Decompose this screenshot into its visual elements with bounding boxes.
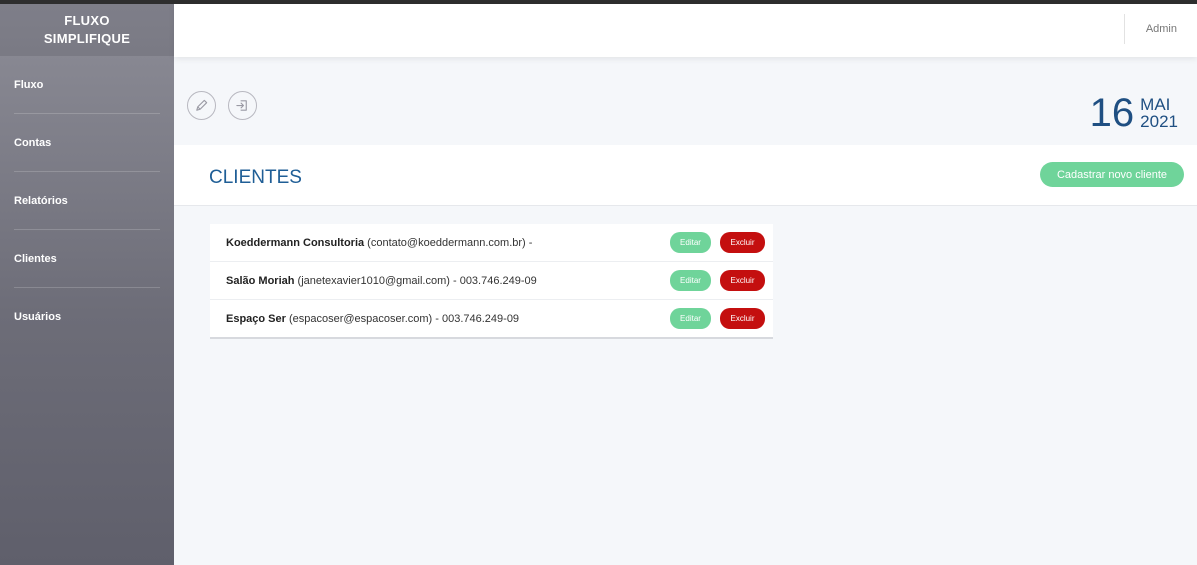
client-details: (espacoser@espacoser.com) - 003.746.249-… [285, 312, 520, 325]
sidebar-item-label: Relatórios [14, 194, 68, 207]
edit-client-button[interactable]: Editar [670, 232, 711, 253]
client-info: Koeddermann Consultoria (contato@koedder… [210, 237, 532, 249]
page-title: CLIENTES [209, 167, 302, 188]
brand-line-2: SIMPLIFIQUE [43, 31, 131, 46]
sidebar: FLUXO SIMPLIFIQUE Fluxo Contas Relatório… [0, 4, 174, 565]
current-date: 16 MAI 2021 [1090, 93, 1178, 133]
delete-client-button[interactable]: Excluir [720, 232, 765, 253]
client-details: (contato@koeddermann.com.br) - [364, 236, 533, 249]
edit-client-button[interactable]: Editar [670, 270, 711, 291]
toolbar: 16 MAI 2021 [174, 57, 1197, 145]
top-header: Admin [174, 4, 1197, 57]
sign-in-icon [236, 100, 247, 111]
delete-client-button[interactable]: Excluir [720, 270, 765, 291]
brand-line-1: FLUXO [64, 13, 110, 28]
sidebar-item-clientes[interactable]: Clientes [14, 230, 160, 288]
client-info: Espaço Ser (espacoser@espacoser.com) - 0… [210, 313, 519, 325]
sidebar-item-fluxo[interactable]: Fluxo [14, 56, 160, 114]
sidebar-item-label: Fluxo [14, 78, 44, 91]
client-info: Salão Moriah (janetexavier1010@gmail.com… [210, 275, 537, 287]
list-item: Espaço Ser (espacoser@espacoser.com) - 0… [210, 300, 773, 337]
list-item: Koeddermann Consultoria (contato@koedder… [210, 224, 773, 262]
edit-client-button[interactable]: Editar [670, 308, 711, 329]
list-item: Salão Moriah (janetexavier1010@gmail.com… [210, 262, 773, 300]
sign-in-circle-button[interactable] [228, 91, 257, 120]
header-divider [1124, 14, 1125, 44]
date-day: 16 [1089, 91, 1135, 135]
sidebar-item-contas[interactable]: Contas [14, 114, 160, 172]
date-month: MAI [1140, 95, 1171, 114]
client-details: (janetexavier1010@gmail.com) - 003.746.2… [294, 274, 537, 287]
brand-logo[interactable]: FLUXO SIMPLIFIQUE [0, 4, 174, 56]
client-name: Koeddermann Consultoria [226, 236, 365, 249]
edit-circle-button[interactable] [187, 91, 216, 120]
sidebar-nav: Fluxo Contas Relatórios Clientes Usuário… [0, 56, 174, 345]
sidebar-item-relatorios[interactable]: Relatórios [14, 172, 160, 230]
client-name: Espaço Ser [226, 312, 286, 325]
date-month-year: MAI 2021 [1140, 96, 1178, 130]
sidebar-item-usuarios[interactable]: Usuários [14, 288, 160, 345]
clients-list: Koeddermann Consultoria (contato@koedder… [210, 224, 773, 339]
clients-panel-header: CLIENTES Cadastrar novo cliente [174, 145, 1197, 206]
pencil-icon [196, 99, 208, 111]
sidebar-item-label: Contas [14, 136, 52, 149]
date-year: 2021 [1140, 112, 1178, 131]
client-name: Salão Moriah [226, 274, 295, 287]
add-client-button[interactable]: Cadastrar novo cliente [1040, 162, 1184, 187]
user-menu[interactable]: Admin [1146, 23, 1177, 35]
sidebar-item-label: Usuários [14, 310, 62, 323]
delete-client-button[interactable]: Excluir [720, 308, 765, 329]
sidebar-item-label: Clientes [14, 252, 57, 265]
